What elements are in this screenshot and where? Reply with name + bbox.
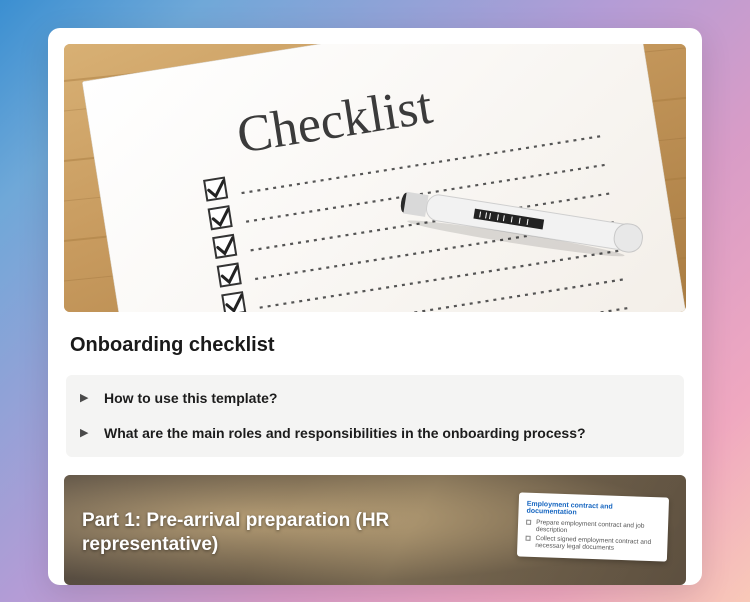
subcard-line-text: Prepare employment contract and job desc… [536, 519, 660, 537]
subcard-line-text: Collect signed employment contract and n… [535, 535, 659, 553]
subcard-line: Prepare employment contract and job desc… [526, 518, 660, 537]
hero-image-checklist: Checklist [64, 44, 686, 312]
toggle-group: ▶ How to use this template? ▶ What are t… [66, 375, 684, 457]
subcard-title: Employment contract and documentation [526, 500, 660, 519]
toggle-label: How to use this template? [104, 389, 277, 408]
page-title: Onboarding checklist [70, 334, 680, 357]
toggle-label: What are the main roles and responsibili… [104, 424, 586, 443]
toggle-roles-responsibilities[interactable]: ▶ What are the main roles and responsibi… [66, 416, 684, 451]
part-1-heading: Part 1: Pre-arrival preparation (HR repr… [82, 509, 456, 558]
checkbox-icon [525, 535, 530, 540]
caret-right-icon: ▶ [80, 428, 92, 439]
part-1-banner: Part 1: Pre-arrival preparation (HR repr… [64, 475, 686, 585]
document-card: Checklist [48, 28, 702, 585]
checkbox-icon [526, 519, 531, 524]
part-1-subcard: Employment contract and documentation Pr… [517, 492, 669, 561]
caret-right-icon: ▶ [80, 393, 92, 404]
subcard-line: Collect signed employment contract and n… [525, 534, 659, 553]
toggle-how-to-use[interactable]: ▶ How to use this template? [66, 381, 684, 416]
